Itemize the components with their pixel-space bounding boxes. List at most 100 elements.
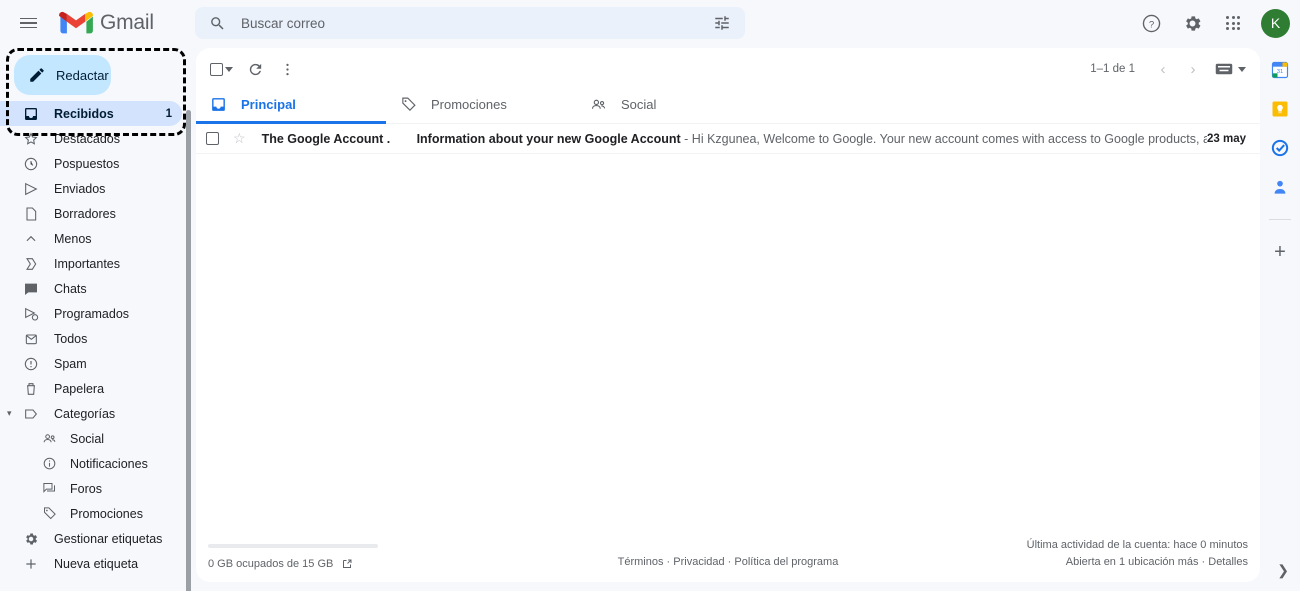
spam-icon — [22, 356, 40, 372]
google-contacts-icon[interactable] — [1270, 177, 1290, 197]
sidebar-scrollbar[interactable] — [186, 110, 191, 591]
chevron-left-icon[interactable]: ‹ — [1149, 55, 1177, 83]
sidebar-label: Todos — [54, 331, 88, 346]
sidebar-label: Promociones — [70, 506, 143, 521]
tag-icon — [40, 506, 58, 521]
search-input[interactable] — [239, 14, 713, 32]
sidebar-item-borradores[interactable]: Borradores — [0, 201, 182, 226]
activity-line-1: Última actividad de la cuenta: hace 0 mi… — [1026, 539, 1248, 551]
sidebar-label: Notificaciones — [70, 456, 148, 471]
trash-icon — [22, 381, 40, 397]
important-icon — [22, 256, 40, 272]
activity-line-2[interactable]: Abierta en 1 ubicación más · Detalles — [948, 554, 1248, 571]
refresh-icon[interactable] — [239, 53, 271, 85]
label-icon — [22, 406, 40, 422]
email-preview: - Hi Kzgunea, Welcome to Google. Your ne… — [684, 131, 1207, 146]
sidebar-item-categorias[interactable]: ▾ Categorías — [0, 401, 182, 426]
brand-name: Gmail — [100, 11, 154, 34]
inbox-icon — [22, 106, 40, 122]
app-header: Gmail ? — [0, 0, 1300, 46]
sidebar-label: Social — [70, 431, 105, 446]
star-outline-icon[interactable]: ☆ — [233, 130, 246, 147]
compose-button[interactable]: Redactar — [14, 55, 111, 95]
svg-text:31: 31 — [1277, 69, 1283, 75]
sidebar-label: Categorías — [54, 406, 116, 421]
apps-grid-icon[interactable] — [1216, 6, 1250, 40]
document-icon — [22, 206, 40, 222]
star-icon — [22, 131, 40, 147]
tune-icon[interactable] — [713, 14, 731, 32]
keyboard-icon[interactable] — [1215, 62, 1246, 76]
table-row[interactable]: ☆ The Google Account . Information about… — [196, 124, 1260, 154]
tab-social[interactable]: Social — [576, 86, 766, 123]
tab-label: Principal — [241, 97, 296, 112]
avatar[interactable]: K — [1261, 8, 1290, 38]
external-link-icon[interactable] — [341, 558, 353, 570]
header-actions: ? K — [1134, 0, 1290, 46]
sidebar-item-todos[interactable]: Todos — [0, 326, 182, 351]
email-subject: Information about your new Google Accoun… — [416, 131, 681, 146]
sidebar-item-chats[interactable]: Chats — [0, 276, 182, 301]
send-icon — [22, 181, 40, 197]
pagination-controls: 1–1 de 1 ‹ › — [1090, 55, 1252, 83]
gmail-m-icon — [59, 11, 93, 34]
hamburger-icon[interactable] — [8, 3, 48, 43]
tab-label: Social — [621, 97, 657, 112]
sidebar-label: Chats — [54, 281, 87, 296]
tab-principal[interactable]: Principal — [196, 86, 386, 124]
sidebar-item-foros[interactable]: Foros — [0, 476, 182, 501]
checkbox-icon[interactable] — [206, 132, 219, 145]
sidebar-item-nueva-etiqueta[interactable]: Nueva etiqueta — [0, 551, 182, 576]
sidebar-item-promociones[interactable]: Promociones — [0, 501, 182, 526]
sidebar-label: Papelera — [54, 381, 105, 396]
sidebar-item-importantes[interactable]: Importantes — [0, 251, 182, 276]
storage-text: 0 GB ocupados de 15 GB — [208, 558, 334, 570]
mail-tabs: Principal Promociones Social — [196, 86, 1260, 124]
sidebar-item-menos[interactable]: Menos — [0, 226, 182, 251]
plus-icon[interactable]: + — [1274, 242, 1286, 262]
sidebar-label: Borradores — [54, 206, 116, 221]
sidebar-item-programados[interactable]: Programados — [0, 301, 182, 326]
more-vertical-icon[interactable] — [271, 53, 303, 85]
chevron-down-icon[interactable] — [1238, 66, 1246, 72]
pagination-text: 1–1 de 1 — [1090, 63, 1135, 75]
chevron-right-icon[interactable]: ❯ — [1277, 562, 1289, 579]
sidebar-item-notificaciones[interactable]: Notificaciones — [0, 451, 182, 476]
chat-icon — [22, 281, 40, 297]
search-bar[interactable] — [195, 7, 745, 39]
chevron-right-icon[interactable]: › — [1179, 55, 1207, 83]
footer-links[interactable]: Términos · Privacidad · Política del pro… — [508, 556, 948, 570]
chevron-down-icon[interactable] — [225, 66, 233, 72]
google-calendar-icon[interactable]: 31 — [1270, 60, 1290, 80]
sidebar-item-enviados[interactable]: Enviados — [0, 176, 182, 201]
sidebar-label: Pospuestos — [54, 156, 120, 171]
sidebar-item-papelera[interactable]: Papelera — [0, 376, 182, 401]
storage-info: 0 GB ocupados de 15 GB — [208, 544, 508, 570]
sidebar-item-spam[interactable]: Spam — [0, 351, 182, 376]
select-all-control[interactable] — [204, 62, 239, 76]
sidebar-label: Destacados — [54, 131, 121, 146]
compose-label: Redactar — [56, 67, 109, 83]
sidebar-label: Enviados — [54, 181, 106, 196]
help-icon[interactable]: ? — [1134, 6, 1168, 40]
sidebar-label: Gestionar etiquetas — [54, 531, 163, 546]
gmail-logo[interactable]: Gmail — [59, 10, 154, 36]
svg-text:?: ? — [1148, 19, 1153, 30]
scheduled-icon — [22, 306, 40, 322]
gear-icon[interactable] — [1175, 6, 1209, 40]
sidebar-item-recibidos[interactable]: Recibidos 1 — [0, 101, 182, 126]
sidebar-label: Menos — [54, 231, 92, 246]
tag-icon — [402, 97, 416, 111]
storage-bar — [208, 544, 378, 548]
side-apps-panel: 31 + — [1260, 46, 1300, 591]
checkbox-icon[interactable] — [210, 62, 223, 76]
sidebar-item-pospuestos[interactable]: Pospuestos — [0, 151, 182, 176]
google-tasks-icon[interactable] — [1270, 138, 1290, 158]
sidebar-item-social[interactable]: Social — [0, 426, 182, 451]
tab-label: Promociones — [431, 97, 507, 112]
sidebar-item-gestionar-etiquetas[interactable]: Gestionar etiquetas — [0, 526, 182, 551]
inbox-count: 1 — [165, 107, 172, 120]
tab-promociones[interactable]: Promociones — [386, 86, 576, 123]
google-keep-icon[interactable] — [1270, 99, 1290, 119]
sidebar-item-destacados[interactable]: Destacados — [0, 126, 182, 151]
